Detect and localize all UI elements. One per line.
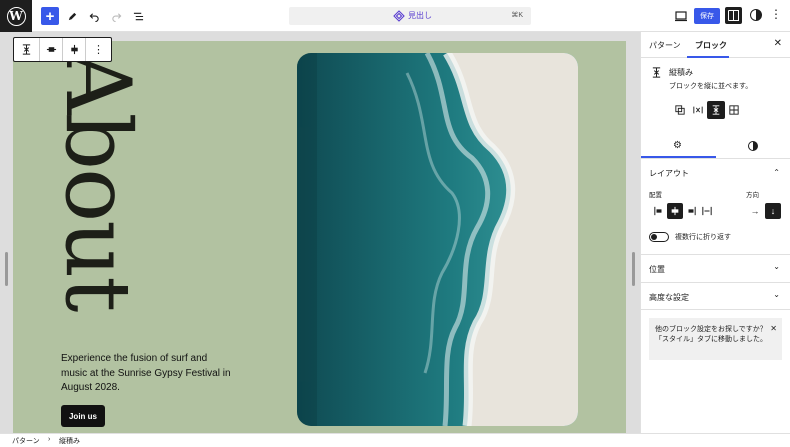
editor-app: W + 見出し ⌘K 保存 ⋮ About Experience the fus…: [0, 0, 790, 447]
chevron-down-icon[interactable]: ⌄: [773, 290, 780, 299]
divider: [641, 282, 790, 283]
chevron-up-icon[interactable]: ⌃: [773, 168, 780, 177]
justify-left-button[interactable]: [651, 203, 667, 219]
plus-icon: +: [45, 7, 55, 25]
breadcrumb-pattern[interactable]: パターン: [12, 436, 40, 446]
row-icon: [693, 106, 703, 114]
page-canvas[interactable]: About Experience the fusion of surf and …: [13, 41, 626, 433]
redo-button[interactable]: [107, 7, 125, 25]
stack-icon: [22, 44, 31, 55]
more-vertical-icon: ⋮: [770, 7, 782, 21]
vertical-heading-block[interactable]: About: [45, 50, 150, 311]
grid-icon: [729, 105, 739, 115]
command-palette-bar[interactable]: 見出し ⌘K: [289, 7, 531, 25]
orientation-vertical-button[interactable]: ↓: [765, 203, 781, 219]
tab-block[interactable]: ブロック: [695, 40, 727, 51]
vertical-alignment-button[interactable]: [63, 38, 86, 61]
align-center-icon: [70, 44, 78, 55]
block-type-switcher[interactable]: [14, 38, 40, 61]
undo-button[interactable]: [85, 7, 103, 25]
beach-aerial-image[interactable]: [297, 53, 578, 426]
undo-icon: [89, 12, 99, 22]
sidebar-tabs: パターン ブロック ✕: [641, 32, 790, 58]
command-palette-label: 見出し: [408, 11, 432, 20]
chevron-down-icon[interactable]: ⌄: [773, 262, 780, 271]
styles-toggle-button[interactable]: [750, 9, 762, 21]
group-icon: [675, 105, 685, 115]
list-view-icon: [133, 12, 143, 20]
options-menu-button[interactable]: ⋮: [770, 7, 782, 21]
stack-icon: [712, 105, 720, 115]
about-heading: About: [45, 49, 150, 311]
pencil-icon: [68, 12, 76, 20]
editor-top-bar: W + 見出し ⌘K 保存 ⋮: [0, 0, 790, 32]
more-vertical-icon: ⋮: [93, 44, 104, 56]
editor-canvas-area: About Experience the fusion of surf and …: [0, 32, 640, 433]
justify-toolbar-button[interactable]: [40, 38, 63, 61]
redo-icon: [111, 12, 121, 22]
wordpress-logo-button[interactable]: W: [0, 0, 32, 32]
justify-center-icon: [671, 206, 679, 216]
settings-gear-icon[interactable]: ⚙: [673, 140, 682, 151]
variation-row-button[interactable]: [689, 101, 707, 119]
block-toolbar: ⋮: [13, 37, 112, 62]
divider: [641, 309, 790, 310]
variation-group-button[interactable]: [671, 101, 689, 119]
join-us-button[interactable]: Join us: [61, 405, 105, 427]
device-preview-button[interactable]: [674, 9, 688, 23]
stack-icon: [652, 67, 661, 78]
justify-label: 配置: [649, 192, 662, 199]
block-options-button[interactable]: ⋮: [86, 38, 111, 61]
chevron-right-icon: ›: [48, 436, 51, 443]
justify-stretch-button[interactable]: [699, 203, 715, 219]
tab-pattern[interactable]: パターン: [649, 40, 681, 51]
block-variations: [671, 101, 743, 119]
divider: [641, 254, 790, 255]
styles-moved-notice: 他のブロック設定をお探しですか？「スタイル」タブに移動しました。 ✕: [649, 318, 782, 360]
variation-grid-button[interactable]: [725, 101, 743, 119]
settings-sidebar: パターン ブロック ✕ 縦積み ブロックを縦に並べます。 ⚙ レイアウト ⌃ 配…: [640, 32, 790, 433]
justify-stretch-icon: [702, 206, 712, 216]
save-button[interactable]: 保存: [694, 8, 720, 24]
command-palette-shortcut: ⌘K: [511, 12, 523, 19]
breadcrumb-stack[interactable]: 縦積み: [59, 436, 80, 446]
wrap-toggle[interactable]: [649, 232, 669, 242]
variation-stack-button[interactable]: [707, 101, 725, 119]
notice-text: 他のブロック設定をお探しですか？「スタイル」タブに移動しました。: [655, 326, 767, 344]
close-sidebar-button[interactable]: ✕: [774, 38, 782, 49]
orientation-horizontal-button[interactable]: →: [747, 203, 763, 219]
wordpress-logo-icon: W: [6, 6, 26, 26]
active-tab-indicator: [687, 56, 729, 58]
active-subtab-indicator: [641, 156, 716, 158]
tools-button[interactable]: [63, 7, 81, 25]
block-inserter-button[interactable]: +: [41, 7, 59, 25]
festival-description[interactable]: Experience the fusion of surf and music …: [61, 352, 231, 396]
justify-options: [651, 203, 715, 219]
block-type-icon: [393, 10, 405, 22]
canvas-resize-handle-right[interactable]: [632, 252, 635, 286]
arrow-down-icon: ↓: [770, 206, 776, 216]
orientation-options: → ↓: [747, 203, 781, 219]
styles-half-circle-icon[interactable]: [748, 141, 758, 151]
orientation-label: 方向: [746, 192, 759, 199]
canvas-resize-handle-left[interactable]: [5, 252, 8, 286]
layout-panel-title[interactable]: レイアウト: [649, 168, 689, 179]
block-card-description: ブロックを縦に並べます。: [669, 83, 753, 90]
advanced-panel-title[interactable]: 高度な設定: [649, 292, 689, 303]
justify-right-button[interactable]: [683, 203, 699, 219]
document-overview-button[interactable]: [129, 7, 147, 25]
justify-right-icon: [688, 206, 696, 216]
position-panel-title[interactable]: 位置: [649, 264, 665, 275]
wrap-toggle-label: 複数行に折り返す: [675, 234, 731, 241]
justify-center-icon: [46, 47, 56, 52]
justify-left-icon: [654, 206, 662, 216]
settings-sidebar-toggle[interactable]: [725, 7, 742, 24]
block-card-title: 縦積み: [669, 68, 693, 77]
arrow-right-icon: →: [750, 206, 760, 216]
breadcrumb: パターン › 縦積み: [0, 433, 790, 447]
close-notice-icon[interactable]: ✕: [770, 324, 777, 333]
justify-center-button[interactable]: [667, 203, 683, 219]
